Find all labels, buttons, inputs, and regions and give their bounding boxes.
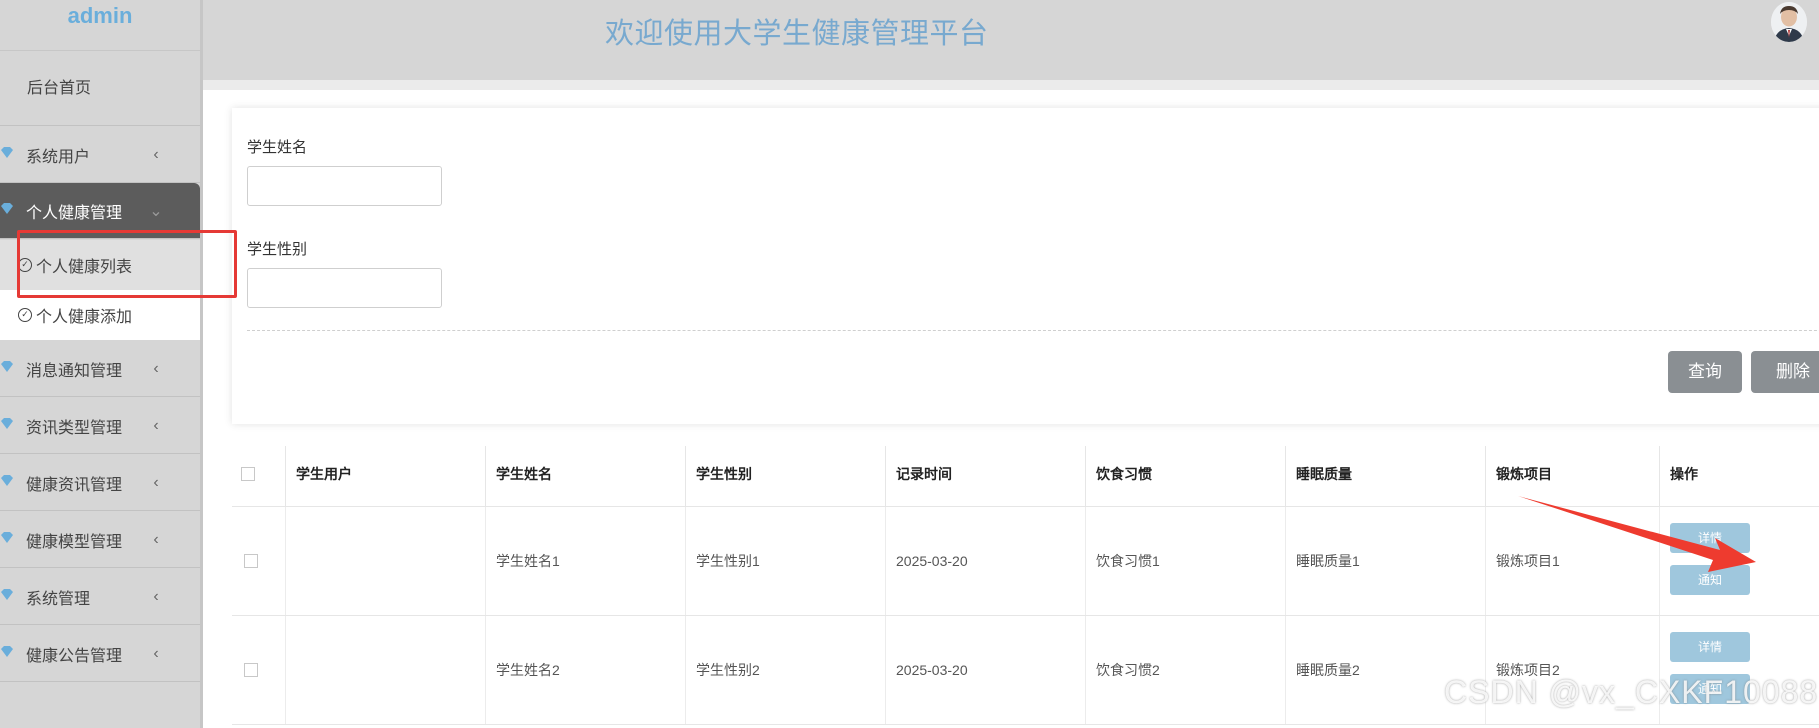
chevron-left-icon: ‹ (153, 473, 159, 491)
column-header[interactable]: 记录时间 (886, 446, 1086, 506)
row-checkbox[interactable] (244, 663, 258, 677)
sidebar-item-label: 健康公告管理 (26, 647, 123, 665)
cell-name: 学生姓名2 (486, 616, 686, 724)
heart-gem-icon (0, 360, 26, 378)
sidebar-item-label: 消息通知管理 (26, 362, 123, 380)
cell-user (286, 507, 486, 615)
sidebar-item-health-news[interactable]: 健康资讯管理 ‹ (0, 455, 200, 511)
column-header[interactable]: 睡眠质量 (1286, 446, 1486, 506)
sidebar-item-news-types[interactable]: 资讯类型管理 ‹ (0, 398, 200, 454)
sidebar-item-label: 健康模型管理 (26, 533, 123, 551)
cell-gender: 学生性别2 (686, 616, 886, 724)
user-avatar-icon[interactable] (1771, 2, 1807, 42)
chevron-left-icon: ‹ (153, 587, 159, 605)
arrow-annotation-icon (1518, 496, 1756, 572)
chevron-down-icon: ⌄ (149, 202, 163, 220)
sidebar-item-announcements[interactable]: 健康公告管理 ‹ (0, 626, 200, 682)
student-name-label: 学生姓名 (247, 139, 308, 156)
heart-gem-icon (0, 202, 26, 220)
heart-gem-icon (0, 645, 26, 663)
sidebar-item-health-models[interactable]: 健康模型管理 ‹ (0, 512, 200, 568)
heart-gem-icon (0, 417, 26, 435)
cell-time: 2025-03-20 (886, 616, 1086, 724)
sidebar-item-label: 系统用户 (26, 148, 91, 166)
row-select-cell (232, 616, 286, 724)
row-select-cell (232, 507, 286, 615)
sidebar-item-system-users[interactable]: 系统用户 ‹ (0, 127, 200, 183)
heart-gem-icon (0, 146, 26, 164)
chevron-left-icon: ‹ (153, 530, 159, 548)
detail-button[interactable]: 详情 (1670, 632, 1750, 662)
cell-diet: 饮食习惯1 (1086, 507, 1286, 615)
search-panel: 学生姓名 学生性别 查询 删除 (232, 108, 1819, 424)
cell-diet: 饮食习惯2 (1086, 616, 1286, 724)
highlight-box (17, 230, 237, 298)
delete-button[interactable]: 删除 (1751, 351, 1819, 393)
sidebar-item-home[interactable]: 后台首页 (0, 52, 200, 126)
row-checkbox[interactable] (244, 554, 258, 568)
cell-name: 学生姓名1 (486, 507, 686, 615)
page-title: 欢迎使用大学生健康管理平台 (605, 18, 989, 50)
select-all-checkbox[interactable] (241, 467, 255, 481)
header-spacer (203, 80, 1819, 90)
sidebar-item-notifications[interactable]: 消息通知管理 ‹ (0, 341, 200, 397)
column-header[interactable]: 学生用户 (286, 446, 486, 506)
sidebar-item-label: 健康资讯管理 (26, 476, 123, 494)
column-header[interactable]: 学生姓名 (486, 446, 686, 506)
chevron-left-icon: ‹ (153, 359, 159, 377)
top-header: 欢迎使用大学生健康管理平台 (203, 0, 1819, 80)
sidebar-divider (200, 0, 203, 728)
brand-logo: admin (0, 0, 200, 51)
column-header[interactable]: 学生性别 (686, 446, 886, 506)
watermark: CSDN @vx_CXKF10088 (1444, 674, 1819, 710)
sidebar-subitem-label: 个人健康添加 (36, 309, 133, 326)
student-name-input[interactable] (247, 166, 442, 206)
divider (247, 330, 1819, 331)
heart-gem-icon (0, 531, 26, 549)
sidebar-item-label: 资讯类型管理 (26, 419, 123, 437)
cell-sleep: 睡眠质量1 (1286, 507, 1486, 615)
select-all-cell (232, 446, 286, 506)
column-header[interactable]: 饮食习惯 (1086, 446, 1286, 506)
cell-gender: 学生性别1 (686, 507, 886, 615)
student-gender-label: 学生性别 (247, 241, 308, 258)
sidebar-item-label: 系统管理 (26, 590, 91, 608)
student-gender-input[interactable] (247, 268, 442, 308)
query-button[interactable]: 查询 (1668, 351, 1742, 393)
chevron-left-icon: ‹ (153, 145, 159, 163)
chevron-left-icon: ‹ (153, 644, 159, 662)
heart-gem-icon (0, 474, 26, 492)
heart-gem-icon (0, 588, 26, 606)
cell-time: 2025-03-20 (886, 507, 1086, 615)
sidebar-item-system-management[interactable]: 系统管理 ‹ (0, 569, 200, 625)
sidebar-item-label: 个人健康管理 (26, 204, 123, 222)
check-circle-icon: ✓ (18, 308, 32, 322)
chevron-left-icon: ‹ (153, 416, 159, 434)
cell-user (286, 616, 486, 724)
sidebar: admin 后台首页 系统用户 ‹ 个人健康管理 ⌄ ✓ 个人健康列表 ✓ 个人… (0, 0, 200, 728)
